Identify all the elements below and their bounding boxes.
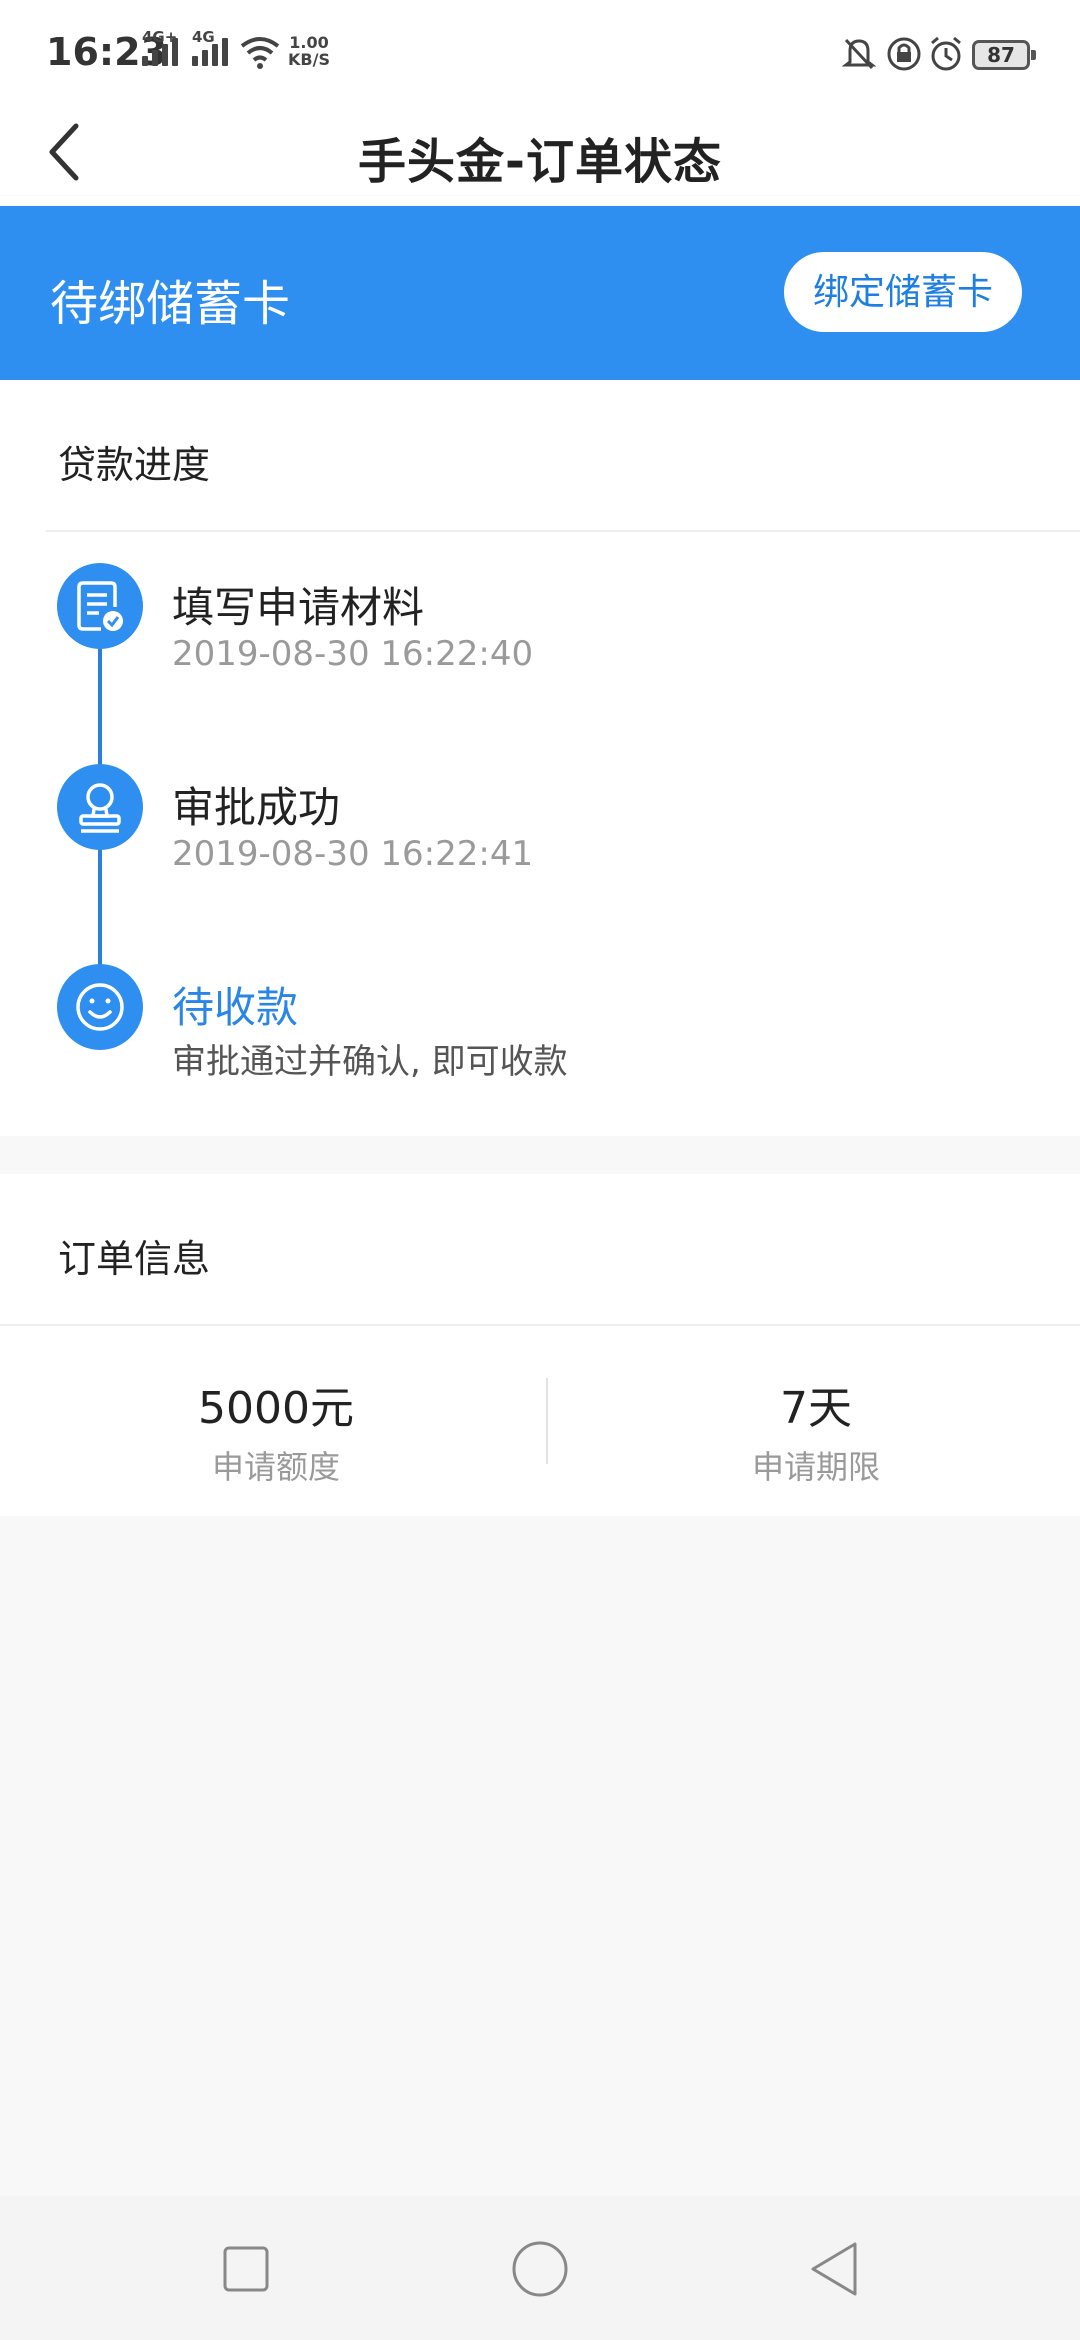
system-nav-bar <box>0 2196 1080 2340</box>
step-title: 填写申请材料 <box>172 583 425 632</box>
loan-progress-card: 贷款进度 填写申请材料 2019-08-30 16:22:40 审批成功 201… <box>0 380 1080 1136</box>
divider <box>0 1324 1080 1326</box>
app-header: 手头金-订单状态 <box>0 108 1080 206</box>
order-info-title: 订单信息 <box>58 1237 211 1281</box>
applied-amount: 5000元 申请额度 <box>6 1372 546 1488</box>
network-type-label: 4G+ <box>142 28 178 46</box>
battery-indicator: 87 <box>972 40 1036 70</box>
signal-icon: 4G+ <box>142 28 178 66</box>
loan-progress-title: 贷款进度 <box>58 443 211 487</box>
square-icon[interactable] <box>211 2234 281 2304</box>
page-title: 手头金-订单状态 <box>358 134 722 190</box>
timeline-connector <box>98 642 102 774</box>
applied-term-value: 7天 <box>780 1383 852 1434</box>
step-description: 审批通过并确认, 即可收款 <box>172 1042 568 1082</box>
rotation-lock-icon <box>887 37 921 71</box>
network-speed: 1.00 KB/S <box>288 34 330 68</box>
triangle-back-icon[interactable] <box>799 2234 869 2304</box>
speed-unit: KB/S <box>288 50 330 69</box>
status-banner: 待绑储蓄卡 绑定储蓄卡 <box>0 206 1080 380</box>
bind-debit-card-button[interactable]: 绑定储蓄卡 <box>784 252 1022 332</box>
step-title-current: 待收款 <box>172 983 299 1032</box>
signal-icon-2: 4G <box>192 28 228 66</box>
applied-term: 7天 申请期限 <box>546 1372 1080 1488</box>
status-bar: 16:23 4G+ 4G 1.00 KB/S 87 <box>0 0 1080 108</box>
circle-icon[interactable] <box>505 2234 575 2304</box>
step-timestamp: 2019-08-30 16:22:40 <box>172 634 534 674</box>
wifi-icon <box>240 37 280 69</box>
step-title: 审批成功 <box>172 783 341 832</box>
order-status-text: 待绑储蓄卡 <box>50 276 291 332</box>
applied-term-label: 申请期限 <box>751 1448 880 1486</box>
screen: 16:23 4G+ 4G 1.00 KB/S 87 手头金-订单状态 待绑储蓄卡… <box>0 0 1080 2340</box>
applied-amount-label: 申请额度 <box>211 1448 340 1486</box>
stamp-icon <box>79 783 121 833</box>
bell-off-icon <box>842 38 876 70</box>
smile-icon <box>76 983 124 1031</box>
alarm-icon <box>931 36 961 71</box>
divider <box>46 530 1080 532</box>
timeline-connector <box>98 844 102 974</box>
network-type-label-2: 4G <box>192 28 215 46</box>
step-icon-badge <box>57 563 143 649</box>
step-icon-badge <box>57 764 143 850</box>
document-check-icon <box>77 581 123 631</box>
applied-amount-value: 5000元 <box>198 1383 354 1434</box>
step-timestamp: 2019-08-30 16:22:41 <box>172 834 534 874</box>
speed-value: 1.00 <box>289 33 329 52</box>
order-info-card: 订单信息 5000元 申请额度 7天 申请期限 <box>0 1174 1080 1516</box>
step-icon-badge <box>57 964 143 1050</box>
